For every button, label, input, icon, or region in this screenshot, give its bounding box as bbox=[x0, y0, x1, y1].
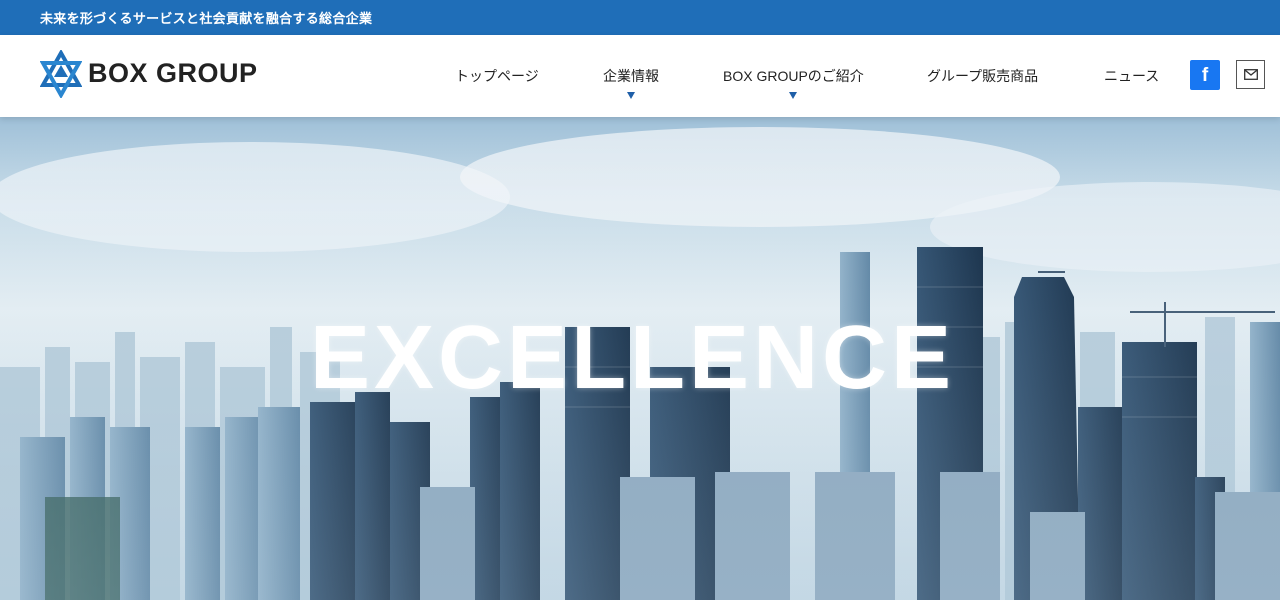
hero-headline: EXCELLENCE bbox=[310, 308, 956, 408]
hero-banner: EXCELLENCE bbox=[0, 117, 1280, 600]
nav-item-introduction[interactable]: BOX GROUPのご紹介 bbox=[723, 35, 864, 117]
mail-icon[interactable] bbox=[1236, 60, 1265, 89]
site-header: BOX GROUP トップページ 企業情報 BOX GROUPのご紹介 グループ… bbox=[0, 35, 1280, 117]
caret-down-icon bbox=[627, 92, 635, 99]
caret-down-icon bbox=[789, 92, 797, 99]
nav-item-label: 企業情報 bbox=[603, 68, 659, 84]
nav-item-label: トップページ bbox=[455, 68, 539, 84]
facebook-icon[interactable]: f bbox=[1190, 60, 1220, 90]
nav-item-label: ニュース bbox=[1104, 68, 1160, 84]
nav-item-company[interactable]: 企業情報 bbox=[603, 35, 659, 117]
top-tagline-bar: 未来を形づくるサービスと社会貢献を融合する総合企業 bbox=[0, 0, 1280, 35]
tagline-text: 未来を形づくるサービスと社会貢献を融合する総合企業 bbox=[40, 12, 373, 27]
brand-name: BOX GROUP bbox=[88, 58, 258, 88]
nav-item-label: BOX GROUPのご紹介 bbox=[723, 68, 864, 84]
star-logo-icon bbox=[40, 50, 82, 98]
site-logo[interactable]: BOX GROUP bbox=[40, 50, 270, 98]
nav-item-label: グループ販売商品 bbox=[927, 68, 1039, 84]
